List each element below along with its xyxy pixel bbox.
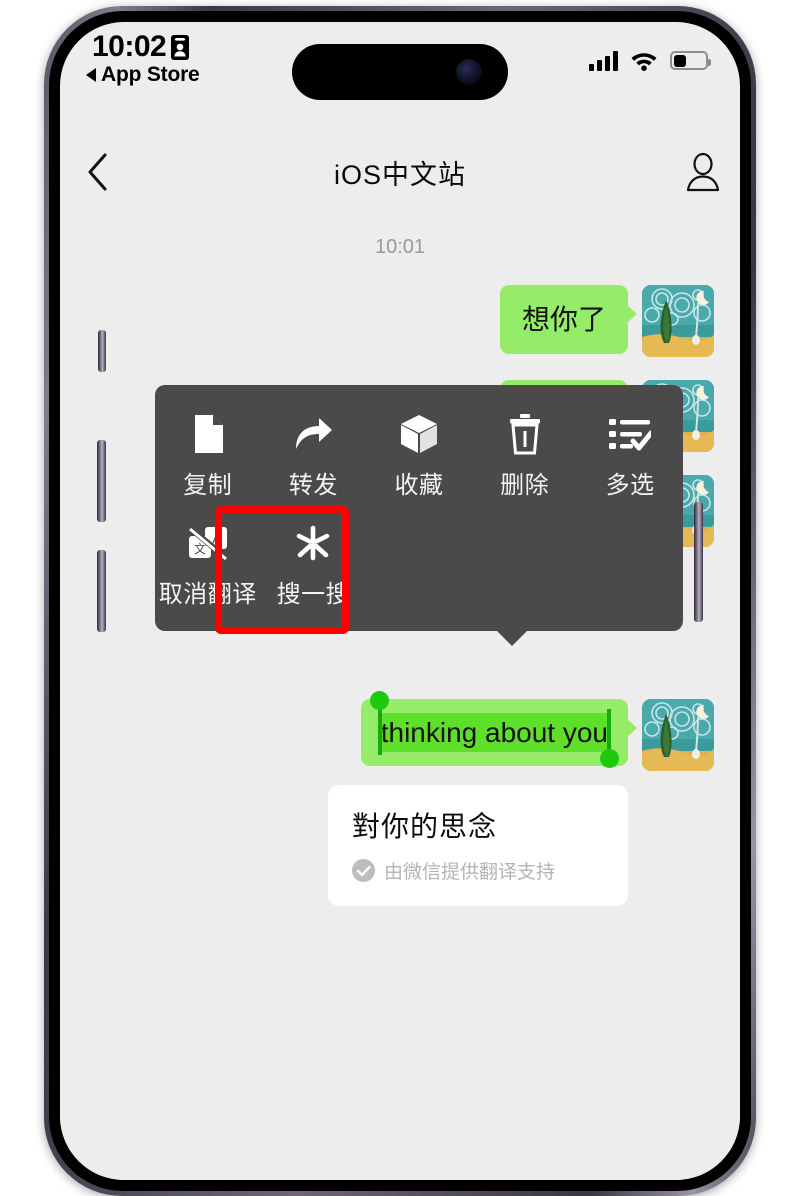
back-app-label: App Store	[101, 63, 200, 86]
chat-message-list[interactable]: 10:01 想你了 thinking about you 對你的思念 由微信提供…	[60, 210, 740, 1180]
back-triangle-icon	[86, 68, 96, 82]
trash-delete-icon	[508, 413, 542, 455]
search-sparkle-icon	[293, 522, 333, 564]
wifi-icon	[631, 53, 657, 71]
id-lock-icon	[171, 34, 190, 60]
avatar[interactable]	[642, 699, 714, 771]
menu-item-label: 多选	[605, 472, 655, 499]
translation-text: 對你的思念	[352, 811, 498, 842]
multi-select-icon	[609, 413, 652, 455]
phone-screen: 10:02 App Store iOS中文站 10:01 想你了 thinkin…	[60, 22, 740, 1180]
starry-night-avatar	[642, 699, 714, 771]
starry-night-avatar	[642, 285, 714, 357]
check-circle-icon	[352, 859, 375, 882]
volume-down-button[interactable]	[97, 550, 106, 632]
selection-handle-start-dot[interactable]	[369, 691, 389, 710]
menu-item-copy[interactable]: 复制	[155, 401, 261, 510]
iphone-device-frame: 10:02 App Store iOS中文站 10:01 想你了 thinkin…	[44, 6, 756, 1196]
context-menu-row-2: 文 A 取消翻译 搜一搜	[155, 510, 683, 619]
menu-item-label: 收藏	[394, 472, 444, 499]
message-text: thinking about you	[380, 717, 608, 748]
menu-item-multiselect[interactable]: 多选	[577, 401, 683, 510]
context-menu-row-1: 复制 转发 收藏 删除 多选	[155, 401, 683, 510]
status-bar-left: 10:02 App Store	[86, 30, 200, 87]
battery-icon	[670, 51, 711, 70]
battery-cap	[708, 59, 711, 66]
clock-row: 10:02	[92, 30, 200, 64]
cellular-signal-icon	[589, 50, 618, 71]
power-button[interactable]	[694, 502, 703, 622]
menu-item-forward[interactable]: 转发	[261, 401, 367, 510]
message-bubble[interactable]: 想你了	[499, 285, 638, 354]
menu-item-label: 取消翻译	[158, 581, 257, 608]
translation-credit-label: 由微信提供翻译支持	[384, 862, 556, 883]
dynamic-island	[292, 44, 508, 100]
status-bar-right	[589, 50, 711, 71]
box-favorite-icon	[399, 413, 439, 455]
battery-fill	[673, 54, 686, 67]
volume-up-button[interactable]	[97, 440, 106, 522]
menu-item-label: 删除	[500, 472, 550, 499]
nav-back-button[interactable]	[60, 153, 134, 191]
back-to-app-indicator[interactable]: App Store	[86, 63, 200, 87]
contact-person-icon	[686, 152, 720, 192]
status-clock: 10:02	[92, 30, 167, 63]
front-camera-icon	[456, 59, 482, 85]
selection-handle-start-line[interactable]	[377, 709, 382, 755]
text-selection-highlight: thinking about you	[369, 691, 619, 768]
mute-switch-button[interactable]	[98, 330, 106, 372]
device-bezel: 10:02 App Store iOS中文站 10:01 想你了 thinkin…	[49, 11, 751, 1191]
avatar[interactable]	[642, 285, 714, 357]
selection-handle-end-dot[interactable]	[600, 749, 619, 768]
chat-nav-bar: iOS中文站	[60, 134, 740, 210]
menu-item-search[interactable]: 搜一搜	[261, 510, 367, 619]
message-bubble-selected[interactable]: thinking about you	[360, 691, 638, 768]
message-bubble-wrap: thinking about you	[360, 691, 714, 771]
nav-contact-button[interactable]	[666, 152, 740, 192]
message-bubble-wrap: 想你了	[499, 285, 714, 357]
page-title: iOS中文站	[333, 159, 466, 190]
forward-arrow-icon	[292, 413, 334, 455]
chat-timestamp: 10:01	[374, 236, 426, 258]
message-context-menu[interactable]: 复制 转发 收藏 删除 多选 文 A 取消翻译 搜一搜	[155, 385, 683, 646]
translation-credit-row: 由微信提供翻译支持	[352, 857, 604, 884]
menu-item-label: 搜一搜	[276, 581, 351, 608]
translation-card[interactable]: 對你的思念 由微信提供翻译支持	[328, 785, 628, 906]
chevron-left-icon	[88, 153, 107, 191]
menu-item-label: 复制	[183, 472, 233, 499]
message-row[interactable]: 想你了	[60, 285, 740, 357]
menu-item-delete[interactable]: 删除	[472, 401, 578, 510]
message-row-selected[interactable]: thinking about you	[60, 691, 740, 771]
menu-item-label: 转发	[288, 472, 338, 499]
translate-off-icon: 文 A	[186, 522, 230, 564]
menu-item-cancel-translate[interactable]: 文 A 取消翻译	[155, 510, 261, 619]
document-copy-icon	[191, 413, 225, 455]
menu-item-favorite[interactable]: 收藏	[366, 401, 472, 510]
